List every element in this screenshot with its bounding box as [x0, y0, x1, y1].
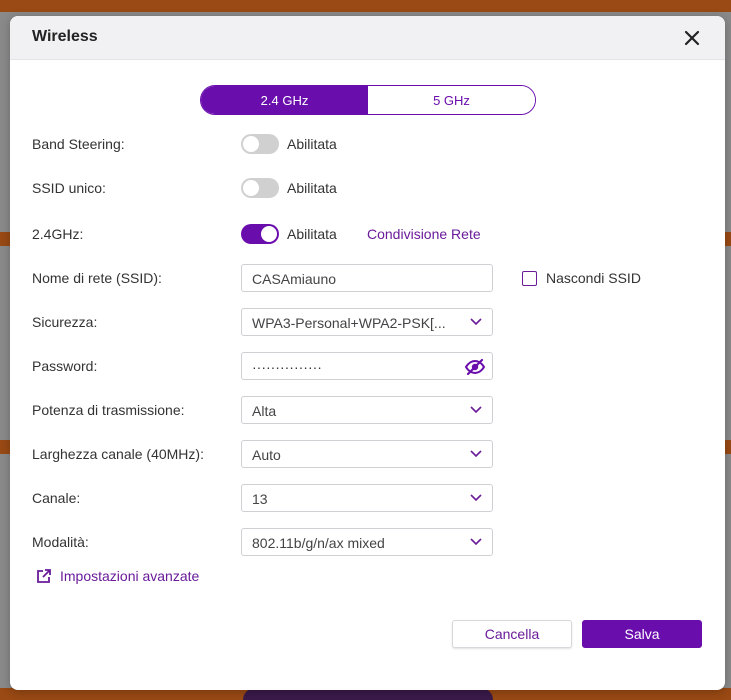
band-selector: 2.4 GHz 5 GHz — [200, 85, 536, 115]
mode-select[interactable]: 802.11b/g/n/ax mixed — [241, 528, 493, 556]
chevron-down-icon — [470, 494, 482, 502]
mode-label: Modalità: — [32, 534, 89, 550]
chevron-down-icon — [470, 318, 482, 326]
background-strip — [0, 232, 10, 246]
tx-power-label: Potenza di trasmissione: — [32, 402, 185, 418]
save-button[interactable]: Salva — [582, 620, 702, 648]
channel-label: Canale: — [32, 490, 81, 506]
password-value: ··············· — [252, 359, 322, 375]
network-sharing-link[interactable]: Condivisione Rete — [367, 226, 481, 242]
radio-24ghz-label: 2.4GHz: — [32, 226, 84, 242]
eye-slash-icon[interactable] — [464, 358, 486, 376]
security-value: WPA3-Personal+WPA2-PSK[... — [252, 315, 446, 331]
security-select[interactable]: WPA3-Personal+WPA2-PSK[... — [241, 308, 493, 336]
background-strip — [0, 440, 10, 454]
advanced-settings-label: Impostazioni avanzate — [60, 568, 200, 584]
radio-24ghz-state-label: Abilitata — [287, 226, 337, 242]
band-steering-label: Band Steering: — [32, 136, 125, 152]
background-header-strip — [0, 0, 731, 12]
chevron-down-icon — [470, 538, 482, 546]
channel-width-row: Larghezza canale (40MHz): Auto — [32, 440, 712, 468]
ssid-unico-label: SSID unico: — [32, 180, 106, 196]
channel-width-label: Larghezza canale (40MHz): — [32, 446, 204, 462]
ssid-unico-toggle[interactable] — [241, 178, 279, 198]
channel-width-value: Auto — [252, 447, 281, 463]
tx-power-select[interactable]: Alta — [241, 396, 493, 424]
tx-power-value: Alta — [252, 403, 277, 419]
channel-width-select[interactable]: Auto — [241, 440, 493, 468]
password-label: Password: — [32, 358, 98, 374]
channel-select[interactable]: 13 — [241, 484, 493, 512]
ssid-unico-row: SSID unico: Abilitata — [32, 174, 712, 202]
dialog-title: Wireless — [32, 28, 98, 45]
security-label: Sicurezza: — [32, 314, 98, 330]
hide-ssid-checkbox[interactable]: Nascondi SSID — [522, 270, 641, 286]
ssid-label: Nome di rete (SSID): — [32, 270, 162, 286]
security-row: Sicurezza: WPA3-Personal+WPA2-PSK[... — [32, 308, 712, 336]
band-steering-toggle[interactable] — [241, 134, 279, 154]
band-steering-row: Band Steering: Abilitata — [32, 130, 712, 158]
tab-2-4ghz[interactable]: 2.4 GHz — [201, 86, 368, 114]
tab-5ghz[interactable]: 5 GHz — [368, 86, 535, 114]
chevron-down-icon — [470, 406, 482, 414]
toggle-knob — [243, 180, 259, 196]
password-input[interactable]: ··············· — [241, 352, 493, 380]
radio-24ghz-row: 2.4GHz: Abilitata Condivisione Rete — [32, 220, 712, 248]
password-row: Password: ··············· — [32, 352, 712, 380]
ssid-input[interactable]: CASAmiauno — [241, 264, 493, 292]
checkbox-box[interactable] — [522, 270, 537, 286]
external-link-icon — [37, 569, 51, 583]
mode-value: 802.11b/g/n/ax mixed — [252, 535, 385, 551]
toggle-knob — [243, 136, 259, 152]
tx-power-row: Potenza di trasmissione: Alta — [32, 396, 712, 424]
channel-row: Canale: 13 — [32, 484, 712, 512]
close-icon[interactable] — [683, 29, 701, 47]
hide-ssid-label: Nascondi SSID — [546, 270, 641, 286]
mode-row: Modalità: 802.11b/g/n/ax mixed — [32, 528, 712, 556]
cancel-button[interactable]: Cancella — [452, 620, 572, 648]
chevron-down-icon — [470, 450, 482, 458]
ssid-row: Nome di rete (SSID): CASAmiauno Nascondi… — [32, 264, 712, 292]
wireless-dialog: Wireless 2.4 GHz 5 GHz Band Steering: Ab… — [10, 16, 725, 690]
dialog-header: Wireless — [10, 16, 725, 60]
radio-24ghz-toggle[interactable] — [241, 224, 279, 244]
toggle-knob — [261, 226, 277, 242]
band-steering-state-label: Abilitata — [287, 136, 337, 152]
channel-value: 13 — [252, 491, 268, 507]
ssid-unico-state-label: Abilitata — [287, 180, 337, 196]
advanced-settings-link[interactable]: Impostazioni avanzate — [36, 568, 199, 584]
